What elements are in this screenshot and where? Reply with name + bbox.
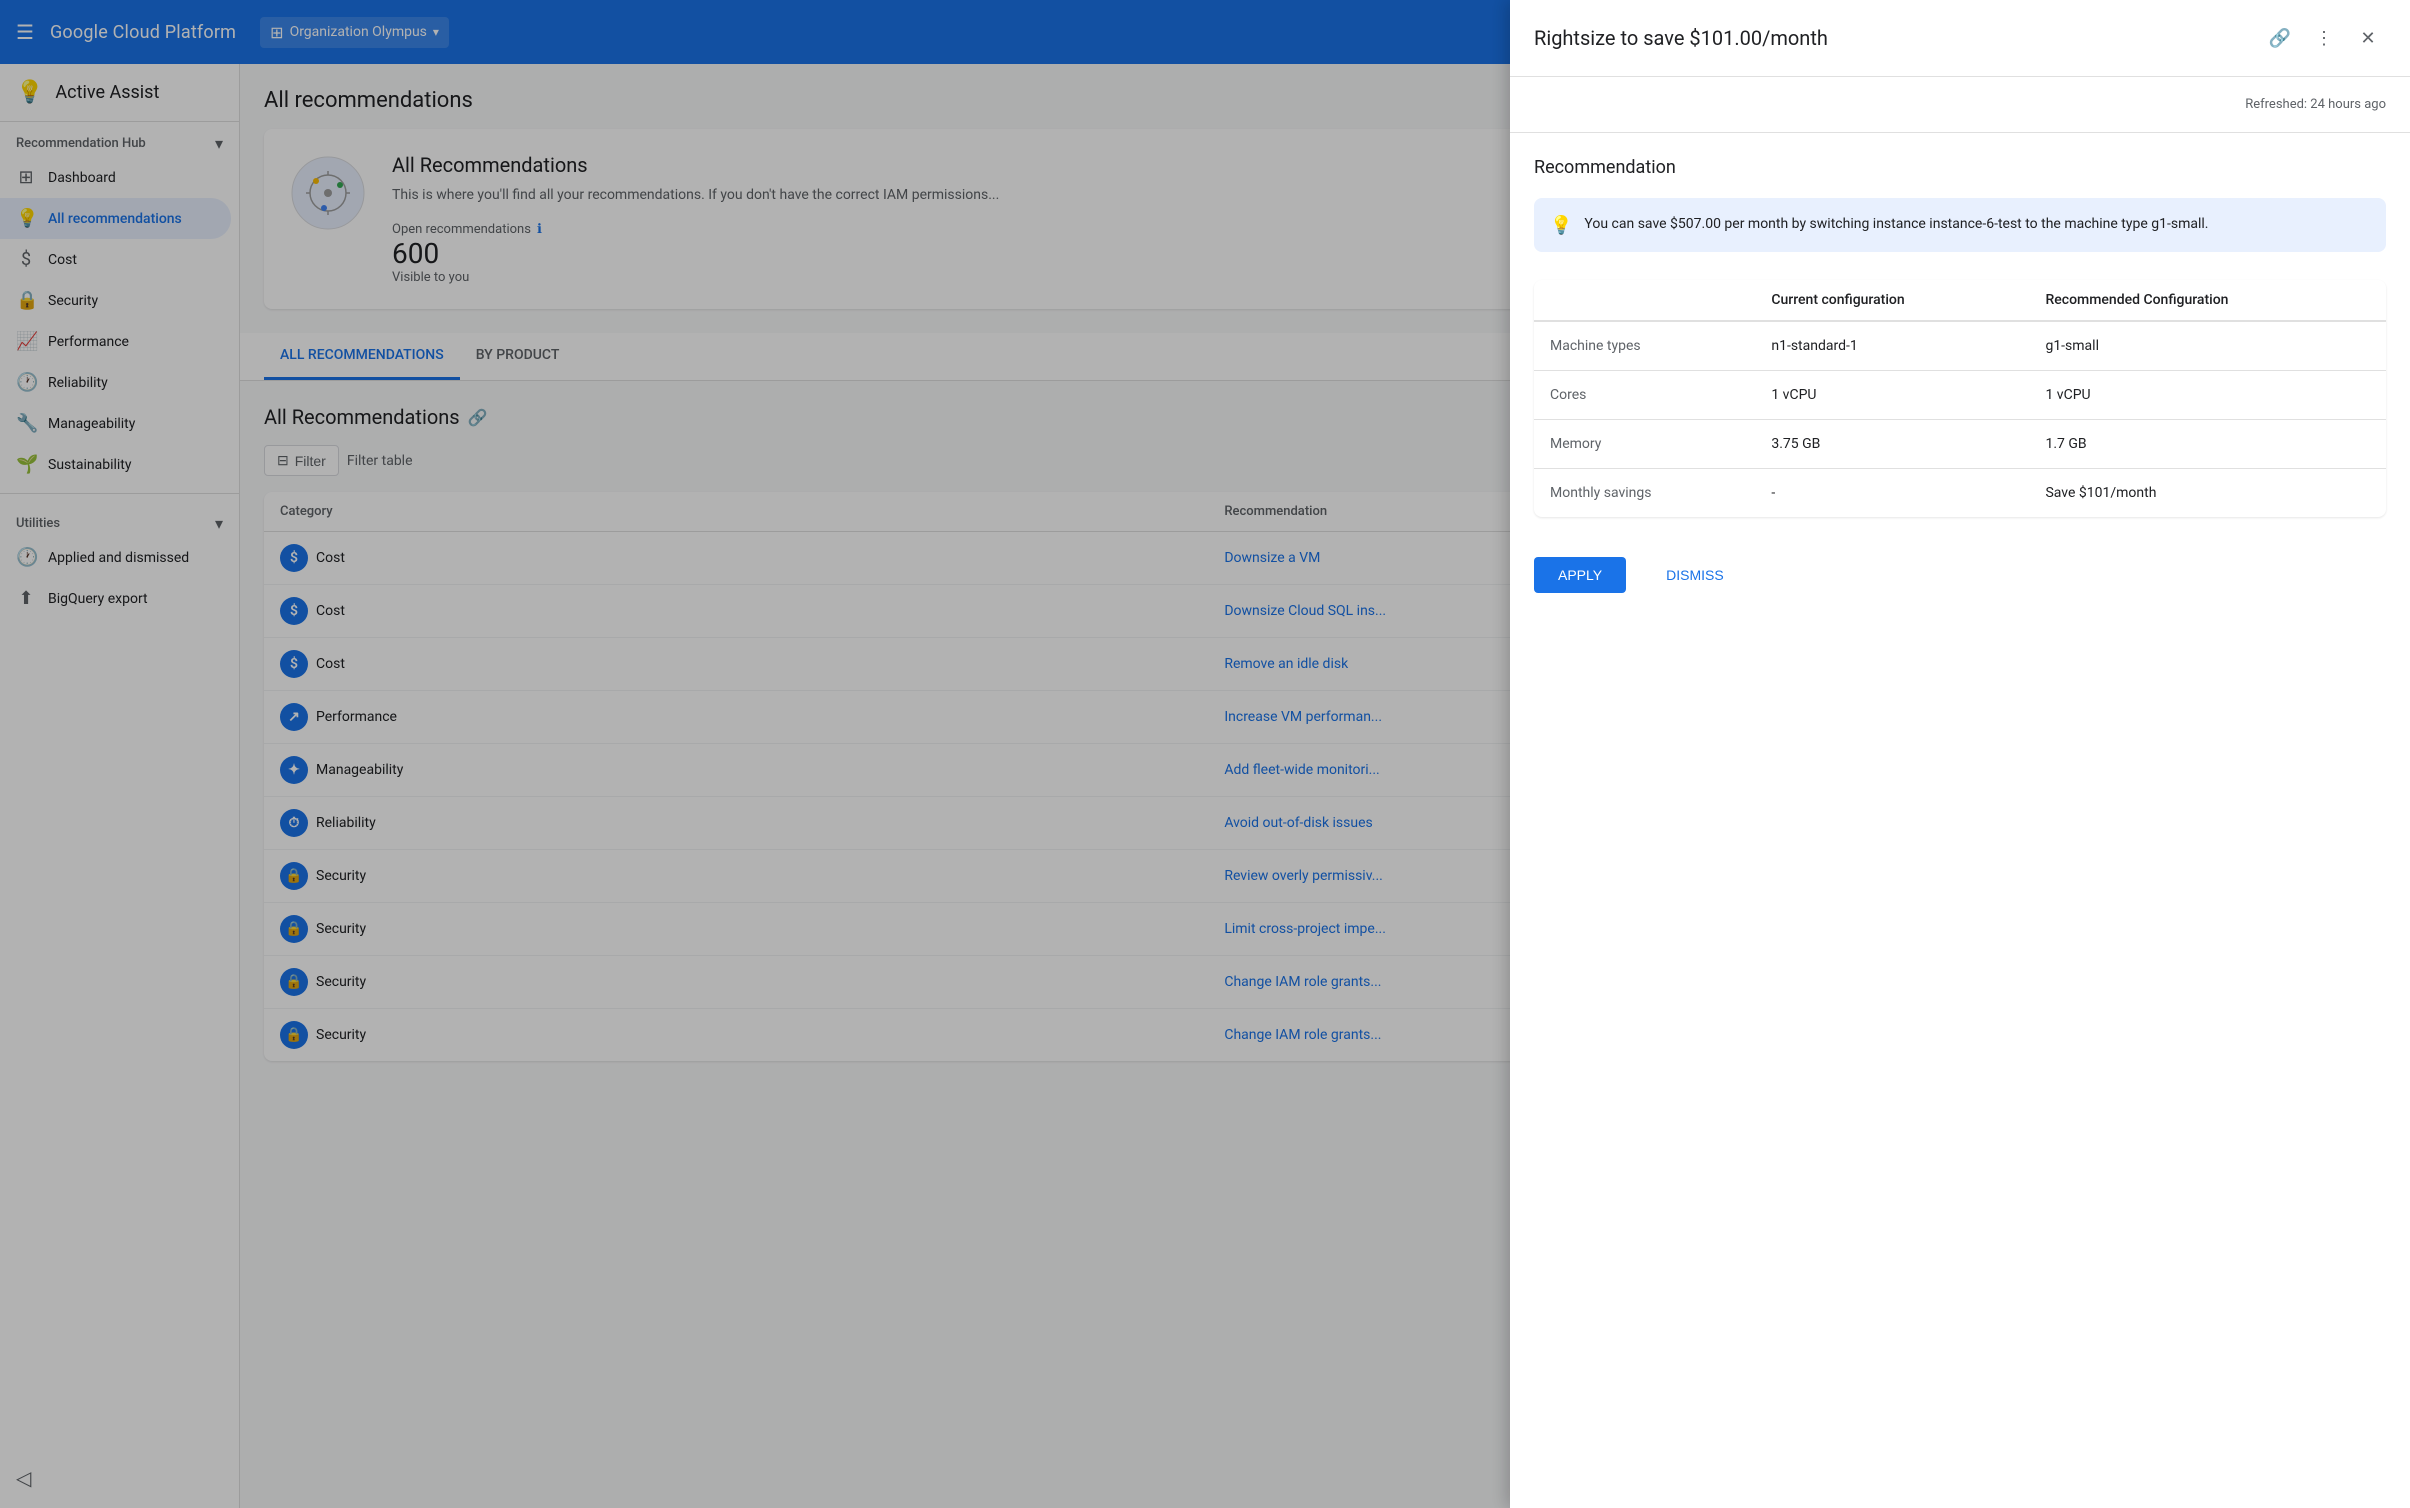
config-table-header: Current configuration Recommended Config… bbox=[1534, 280, 2386, 321]
config-row-current: - bbox=[1755, 469, 2029, 518]
config-row-recommended: Save $101/month bbox=[2029, 469, 2386, 518]
config-row-recommended: 1.7 GB bbox=[2029, 420, 2386, 469]
config-row-current: n1-standard-1 bbox=[1755, 321, 2029, 371]
detail-content: Recommendation 💡 You can save $507.00 pe… bbox=[1510, 133, 2410, 617]
config-row: Machine types n1-standard-1 g1-small bbox=[1534, 321, 2386, 371]
detail-refresh: Refreshed: 24 hours ago bbox=[1510, 77, 2410, 133]
config-row: Cores 1 vCPU 1 vCPU bbox=[1534, 371, 2386, 420]
main-layout: 💡 Active Assist Recommendation Hub ▾ ⊞ D… bbox=[0, 64, 2410, 1508]
tip-icon: 💡 bbox=[1550, 215, 1572, 236]
config-row: Monthly savings - Save $101/month bbox=[1534, 469, 2386, 518]
config-row: Memory 3.75 GB 1.7 GB bbox=[1534, 420, 2386, 469]
config-row-label: Cores bbox=[1534, 371, 1755, 420]
detail-section-title: Recommendation bbox=[1534, 157, 2386, 178]
config-row-label: Machine types bbox=[1534, 321, 1755, 371]
apply-button[interactable]: APPLY bbox=[1534, 557, 1626, 593]
config-row-current: 3.75 GB bbox=[1755, 420, 2029, 469]
config-row-recommended: g1-small bbox=[2029, 321, 2386, 371]
action-buttons: APPLY DISMISS bbox=[1534, 549, 2386, 593]
tip-text: You can save $507.00 per month by switch… bbox=[1584, 214, 2208, 235]
config-row-current: 1 vCPU bbox=[1755, 371, 2029, 420]
config-row-label: Memory bbox=[1534, 420, 1755, 469]
config-row-label: Monthly savings bbox=[1534, 469, 1755, 518]
config-table: Current configuration Recommended Config… bbox=[1534, 280, 2386, 517]
config-col-current: Current configuration bbox=[1755, 280, 2029, 321]
detail-panel: Rightsize to save $101.00/month 🔗 ⋮ ✕ Re… bbox=[1510, 64, 2410, 1508]
config-col-recommended: Recommended Configuration bbox=[2029, 280, 2386, 321]
recommendation-tip: 💡 You can save $507.00 per month by swit… bbox=[1534, 198, 2386, 252]
config-table-body: Machine types n1-standard-1 g1-small Cor… bbox=[1534, 321, 2386, 517]
config-row-recommended: 1 vCPU bbox=[2029, 371, 2386, 420]
config-col-label bbox=[1534, 280, 1755, 321]
detail-panel-header: Rightsize to save $101.00/month 🔗 ⋮ ✕ bbox=[1510, 64, 2410, 77]
dismiss-button[interactable]: DISMISS bbox=[1642, 557, 1748, 593]
